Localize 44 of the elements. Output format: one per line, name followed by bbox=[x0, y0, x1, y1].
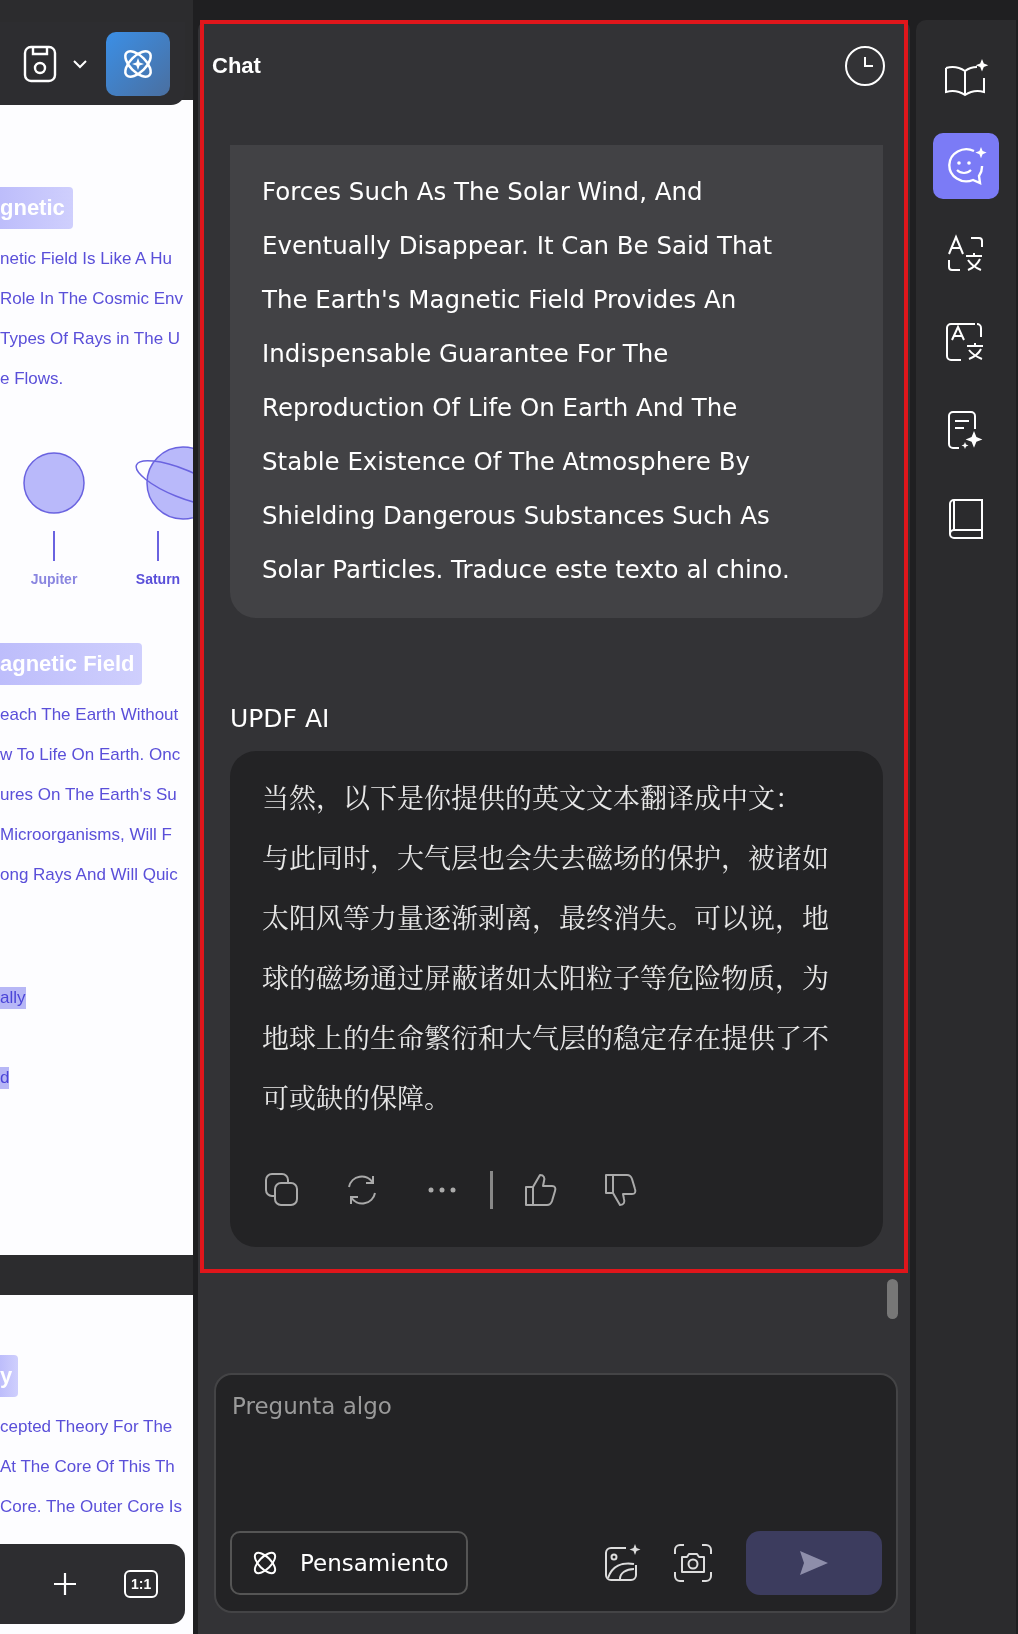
document-text-line: cepted Theory For The bbox=[0, 1416, 174, 1438]
message-text: 当然，以下是你提供的英文文本翻译成中文： bbox=[262, 776, 803, 818]
send-icon bbox=[798, 1549, 830, 1577]
ai-assistant-button[interactable] bbox=[106, 31, 170, 96]
document-text-line: At The Core Of This Th bbox=[0, 1456, 176, 1478]
image-sparkle-icon[interactable] bbox=[602, 1543, 642, 1583]
document-text-line: w To Life On Earth. Onc bbox=[0, 744, 182, 766]
document-text-line: ong Rays And Will Quic bbox=[0, 864, 179, 886]
book-icon bbox=[946, 497, 986, 539]
sender-name: UPDF AI bbox=[230, 704, 331, 734]
planet-label: Jupiter bbox=[30, 571, 78, 587]
document-text-line: ures On The Earth's Su bbox=[0, 784, 178, 806]
highlighted-text: d bbox=[0, 1067, 10, 1089]
camera-icon[interactable] bbox=[672, 1542, 714, 1584]
history-clock-icon[interactable] bbox=[844, 45, 886, 87]
planet-drawing bbox=[22, 451, 86, 515]
message-text: 与此同时，大气层也会失去磁场的保护，被诸如太阳风等力量逐渐剥离，最终消失。可以说，地球的磁场通过屏蔽诸如太阳粒子等危险物质，为地球上的生命繁衍和大气层的稳定存在提供了不可或缺的保障。 bbox=[262, 836, 829, 1118]
chat-tool-button[interactable] bbox=[933, 133, 999, 199]
translate-icon bbox=[946, 234, 986, 274]
section-heading: gnetic bbox=[0, 187, 73, 229]
document-text-line: e Flows. bbox=[0, 368, 65, 390]
planet-label: Saturn bbox=[135, 571, 181, 587]
question-input[interactable]: Pregunta algo bbox=[216, 1375, 896, 1531]
scrollbar-thumb[interactable] bbox=[887, 1279, 898, 1319]
save-icon[interactable] bbox=[22, 43, 58, 84]
document-text-line: netic Field Is Like A Hu bbox=[0, 248, 173, 270]
document-text-line: Microorganisms, Will F bbox=[0, 824, 173, 846]
fit-button[interactable]: 1:1 bbox=[124, 1570, 159, 1598]
leader-line bbox=[156, 531, 160, 561]
chevron-down-icon[interactable] bbox=[72, 57, 88, 70]
section-heading: y bbox=[0, 1355, 19, 1397]
send-button[interactable] bbox=[746, 1531, 882, 1595]
message-text: Forces Such As The Solar Wind, And Eventually Disappear. It Can Be Said That The Earth's Magnetic Field Provides An Indispensable Guarantee For The Reproduction Of Life On Earth And The Stable Existence Of The Atmosphere By Shielding Dangerous Substances Such As Solar Particles. Traduce este texto al chino. bbox=[262, 176, 791, 586]
message-input-box[interactable]: Pregunta algo Pensamiento bbox=[214, 1373, 898, 1613]
open-book-sparkle-icon bbox=[943, 58, 989, 98]
document-text-line: Role In The Cosmic Env bbox=[0, 288, 184, 310]
document-text-line: Types Of Rays in The U bbox=[0, 328, 182, 350]
document-text-line: each The Earth Without bbox=[0, 704, 180, 726]
panel-title: Chat bbox=[212, 53, 261, 79]
leader-line bbox=[52, 531, 56, 561]
document-text-line: Core. The Outer Core Is bbox=[0, 1496, 184, 1518]
plus-icon[interactable] bbox=[52, 1571, 78, 1597]
highlighted-text: ally bbox=[0, 987, 26, 1009]
thinking-button[interactable]: Pensamiento bbox=[230, 1531, 469, 1595]
